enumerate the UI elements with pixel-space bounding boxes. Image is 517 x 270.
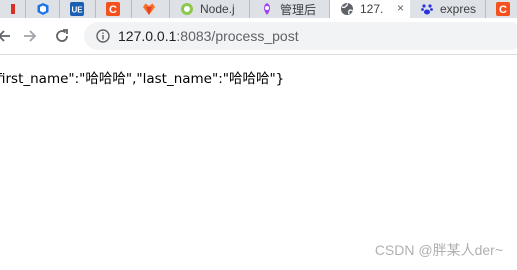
tab-c[interactable]: C bbox=[96, 0, 132, 18]
tab-orange[interactable] bbox=[132, 0, 170, 18]
url-text: 127.0.0.1:8083/process_post bbox=[118, 28, 299, 44]
watermark: CSDN @胖某人der~ bbox=[374, 242, 503, 258]
ue-favicon-icon: UE bbox=[70, 2, 84, 16]
url-host: 127.0.0.1 bbox=[118, 28, 177, 44]
tab-red[interactable] bbox=[0, 0, 26, 18]
baidu-paw-icon bbox=[420, 2, 434, 16]
forward-button[interactable] bbox=[20, 26, 40, 46]
node-icon bbox=[180, 2, 194, 16]
c-favicon-icon: C bbox=[106, 2, 120, 16]
tab-c-2[interactable]: C bbox=[486, 0, 517, 18]
tab-title: expres bbox=[440, 2, 477, 16]
globe-icon bbox=[340, 2, 354, 16]
close-tab-icon[interactable]: × bbox=[397, 1, 404, 15]
tab-ue[interactable]: UE bbox=[60, 0, 96, 18]
tab-active-localhost[interactable]: 127. × bbox=[330, 0, 410, 18]
reload-button[interactable] bbox=[52, 26, 72, 46]
orange-favicon-icon bbox=[142, 2, 156, 16]
info-icon[interactable] bbox=[96, 29, 110, 43]
svg-text:UE: UE bbox=[71, 6, 83, 15]
admin-icon bbox=[260, 2, 274, 16]
tab-admin[interactable]: 管理后 bbox=[250, 0, 330, 18]
tab-strip: UE C Node.j 管理后 127. × expres C bbox=[0, 0, 517, 18]
c-favicon-icon: C bbox=[496, 2, 510, 16]
tab-title: Node.j bbox=[200, 2, 235, 16]
svg-text:C: C bbox=[109, 4, 117, 16]
page-content: first_name":"哈哈哈","last_name":"哈哈哈"} CSD… bbox=[0, 55, 517, 270]
tab-express[interactable]: expres bbox=[410, 0, 486, 18]
browser-toolbar: 127.0.0.1:8083/process_post bbox=[0, 18, 517, 55]
tab-title: 管理后 bbox=[280, 2, 317, 17]
tab-nodejs[interactable]: Node.j bbox=[170, 0, 250, 18]
red-favicon-icon bbox=[6, 2, 20, 16]
url-port-path: :8083/process_post bbox=[176, 28, 299, 44]
tab-blue-shield[interactable] bbox=[26, 0, 60, 18]
address-bar[interactable]: 127.0.0.1:8083/process_post bbox=[84, 22, 517, 50]
blue-shield-icon bbox=[36, 2, 50, 16]
response-body-text: first_name":"哈哈哈","last_name":"哈哈哈"} bbox=[0, 71, 285, 87]
svg-text:C: C bbox=[499, 4, 507, 16]
tab-title: 127. bbox=[360, 2, 384, 16]
back-button[interactable] bbox=[0, 26, 14, 46]
